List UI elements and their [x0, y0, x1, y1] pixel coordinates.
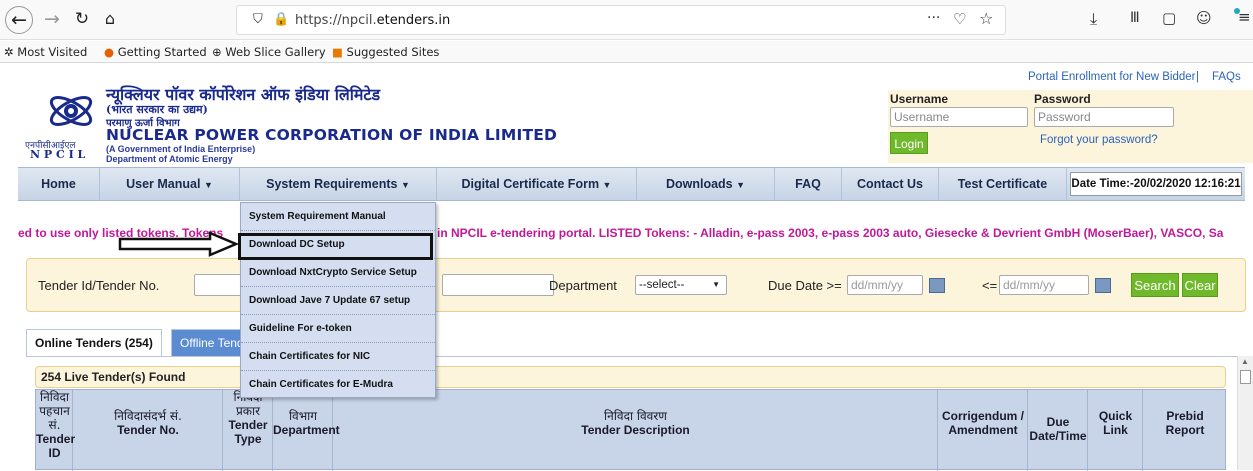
search-button[interactable]: Search: [1131, 273, 1179, 297]
suggested-sites-icon: ■: [332, 45, 343, 59]
col-due-date[interactable]: Due Date/Time: [1028, 415, 1088, 443]
lock-icon: 🔒: [273, 12, 290, 27]
forgot-password-link[interactable]: Forgot your password?: [1040, 134, 1158, 146]
tender-table-header: निविदा पहचान सं. Tender ID निविदासंदर्भ …: [35, 389, 1227, 471]
org-subtitle-1: (A Government of India Enterprise): [106, 144, 256, 154]
download-icon[interactable]: ⤓: [1090, 9, 1097, 29]
highlight-box: [238, 233, 433, 260]
login-panel: Username Password Username Password Logi…: [888, 90, 1253, 163]
account-icon[interactable]: ☺: [1196, 9, 1212, 27]
live-tenders-count: 254 Live Tender(s) Found: [35, 366, 1226, 388]
announcement-marquee-right: in NPCIL e-tendering portal. LISTED Toke…: [437, 226, 1224, 240]
menu-icon[interactable]: ≡: [1238, 8, 1251, 26]
annotation-arrow-icon: [118, 231, 240, 257]
menu-item-guideline-etoken[interactable]: Guideline For e-token: [241, 315, 435, 343]
library-icon[interactable]: Ⅲ: [1130, 10, 1140, 26]
chevron-down-icon: ▼: [736, 180, 746, 190]
globe-icon: ⊕: [212, 45, 222, 59]
col-tender-id[interactable]: निविदा पहचान सं. Tender ID: [36, 390, 75, 460]
page-content: एनपीसीआईएल N P C I L न्यूक्लियर पॉवर कॉर…: [0, 63, 1253, 471]
forward-arrow-icon[interactable]: →: [38, 6, 66, 34]
reload-icon[interactable]: ↻: [68, 6, 96, 34]
firefox-icon: ●: [104, 45, 115, 59]
browser-toolbar: ← → ↻ ⌂ ⛉ 🔒 https://npcil.etenders.in ··…: [0, 0, 1253, 40]
col-department[interactable]: विभाग Department: [273, 409, 340, 437]
bookmark-most-visited[interactable]: ✲ Most Visited: [4, 45, 87, 59]
faqs-link[interactable]: FAQs: [1212, 71, 1241, 83]
logo-text: N P C I L: [30, 148, 86, 161]
calendar-icon[interactable]: [929, 278, 945, 293]
org-title: NUCLEAR POWER CORPORATION OF INDIA LIMIT…: [106, 126, 558, 144]
tab-online-tenders[interactable]: Online Tenders (254): [26, 329, 162, 357]
vertical-scrollbar[interactable]: ▲: [1237, 356, 1253, 470]
nav-faq[interactable]: FAQ: [775, 168, 842, 200]
bookmark-star-icon[interactable]: ☆: [979, 9, 993, 28]
tender-id-label: Tender Id/Tender No.: [38, 278, 160, 293]
calendar-icon[interactable]: [1095, 278, 1111, 293]
chevron-down-icon: ▼: [400, 180, 410, 190]
tender-id-input[interactable]: [194, 274, 244, 296]
home-icon[interactable]: ⌂: [96, 6, 124, 34]
nav-contact-us[interactable]: Contact Us: [842, 168, 939, 200]
gear-icon: ✲: [4, 45, 14, 59]
due-date-from-input[interactable]: dd/mm/yy: [847, 275, 923, 295]
url-text: https://npcil.etenders.in: [295, 13, 451, 28]
link-separator: |: [1196, 71, 1199, 83]
datetime-display: Date Time:-20/02/2020 12:16:21: [1070, 172, 1242, 196]
site-header: एनपीसीआईएल N P C I L न्यूक्लियर पॉवर कॉर…: [18, 68, 1253, 164]
npcil-logo-icon: [49, 96, 93, 126]
login-button[interactable]: Login: [890, 132, 928, 154]
col-prebid-report[interactable]: Prebid Report: [1143, 409, 1227, 437]
main-nav: Home User Manual ▼ System Requirements ▼…: [18, 167, 1245, 201]
portal-enroll-link[interactable]: Portal Enrollment for New Bidder: [1028, 71, 1195, 83]
bookmark-suggested-sites[interactable]: ■ Suggested Sites: [332, 45, 439, 59]
menu-item-chain-cert-emudra[interactable]: Chain Certificates for E-Mudra: [241, 371, 435, 399]
shield-icon: ⛉: [253, 12, 263, 27]
system-requirements-menu: System Requirement Manual Download DC Se…: [240, 202, 436, 398]
col-corrigendum[interactable]: Corrigendum / Amendment: [938, 409, 1028, 437]
tab-offline-tenders[interactable]: Offline Tend: [171, 329, 241, 357]
back-arrow-icon[interactable]: ←: [5, 6, 33, 34]
nav-user-manual[interactable]: User Manual ▼: [100, 168, 240, 200]
bookmarks-toolbar: ✲ Most Visited ● Getting Started ⊕ Web S…: [0, 41, 1253, 63]
department-label: Department: [549, 278, 617, 293]
col-quick-link[interactable]: Quick Link: [1088, 409, 1143, 437]
org-subtitle-2: Department of Atomic Energy: [106, 154, 233, 164]
url-bar[interactable]: ⛉ 🔒 https://npcil.etenders.in ··· ♡ ☆: [236, 5, 1006, 35]
sidebar-icon[interactable]: ▢: [1162, 9, 1176, 27]
page-actions-icon[interactable]: ···: [927, 10, 940, 26]
nav-downloads[interactable]: Downloads ▼: [637, 168, 775, 200]
pocket-icon[interactable]: ♡: [953, 10, 966, 28]
due-date-to-input[interactable]: dd/mm/yy: [999, 275, 1089, 295]
menu-item-chain-cert-nic[interactable]: Chain Certificates for NIC: [241, 343, 435, 371]
username-input[interactable]: Username: [890, 107, 1028, 127]
keyword-input[interactable]: [442, 274, 554, 296]
nav-system-requirements[interactable]: System Requirements ▼: [240, 168, 437, 200]
nav-home[interactable]: Home: [18, 168, 100, 200]
nav-test-certificate[interactable]: Test Certificate: [939, 168, 1067, 200]
due-date-label: Due Date >=: [768, 278, 842, 293]
due-date-to-label: <=: [982, 278, 998, 293]
search-panel: Tender Id/Tender No. Department --select…: [26, 258, 1246, 312]
bookmark-getting-started[interactable]: ● Getting Started: [104, 45, 207, 59]
chevron-down-icon: ▼: [712, 280, 720, 289]
chevron-down-icon: ▼: [602, 180, 612, 190]
department-select[interactable]: --select-- ▼: [635, 275, 727, 295]
menu-item-system-requirement-manual[interactable]: System Requirement Manual: [241, 203, 435, 231]
col-tender-no[interactable]: निविदासंदर्भ सं. Tender No.: [73, 409, 223, 437]
col-tender-description[interactable]: निविदा विवरण Tender Description: [333, 409, 938, 437]
password-label: Password: [1034, 92, 1091, 106]
password-input[interactable]: Password: [1034, 107, 1174, 127]
clear-button[interactable]: Clear: [1182, 273, 1218, 297]
menu-item-download-nxtcrypto[interactable]: Download NxtCrypto Service Setup: [241, 259, 435, 287]
menu-item-download-java[interactable]: Download Jave 7 Update 67 setup: [241, 287, 435, 315]
scroll-up-icon[interactable]: ▲: [1241, 357, 1249, 366]
bookmark-web-slice-gallery[interactable]: ⊕ Web Slice Gallery: [212, 45, 326, 59]
chevron-down-icon: ▼: [203, 180, 213, 190]
nav-digital-certificate-form[interactable]: Digital Certificate Form ▼: [437, 168, 637, 200]
username-label: Username: [890, 92, 949, 106]
